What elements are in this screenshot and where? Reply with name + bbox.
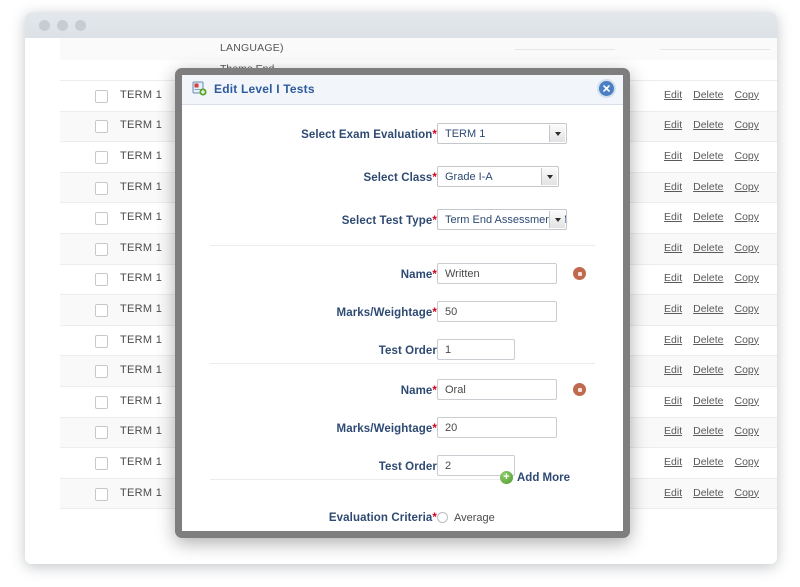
close-icon[interactable] [599,81,614,96]
test-group-2: Name* Oral Marks/Weightage* 20 Test Orde… [182,379,623,484]
name-value-1: Written [445,267,480,280]
class-select[interactable]: Grade I-A [437,166,559,187]
close-window-dot[interactable] [39,20,50,31]
field-label-exam-evaluation: Select Exam Evaluation* [301,129,437,141]
field-label-name-1: Name* [400,269,437,281]
field-label-evaluation-criteria: Evaluation Criteria* [328,512,437,524]
browser-window: LANGUAGE) Theme End TERM 1EditDeleteCopy… [25,12,777,564]
modal-overlay: Edit Level I Tests Select Exam Evaluatio… [25,38,777,564]
browser-viewport: LANGUAGE) Theme End TERM 1EditDeleteCopy… [25,38,777,564]
remove-circle-icon-1[interactable] [573,267,586,280]
section-divider-2 [210,363,595,364]
name-value-2: Oral [445,383,466,396]
chevron-down-icon[interactable] [541,168,557,185]
section-divider-3 [210,479,500,480]
screenshot-root: LANGUAGE) Theme End TERM 1EditDeleteCopy… [0,0,800,587]
edit-level-tests-dialog: Edit Level I Tests Select Exam Evaluatio… [175,68,630,538]
evaluation-criteria-row-average: Evaluation Criteria* Average [182,509,623,531]
field-name-2: Name* Oral [182,379,623,408]
exam-evaluation-select[interactable]: TERM 1 [437,123,567,144]
add-more-button[interactable]: + Add More [500,471,570,484]
minimize-window-dot[interactable] [57,20,68,31]
field-label-marks-2: Marks/Weightage* [336,423,437,435]
chevron-down-icon[interactable] [549,125,565,142]
field-name-1: Name* Written [182,263,623,292]
add-more-label: Add More [517,471,571,484]
window-titlebar [25,12,777,39]
marks-value-2: 20 [445,421,458,434]
traffic-lights [39,20,86,31]
order-value-2: 2 [445,459,452,472]
field-label-class: Select Class* [363,172,437,184]
field-label-order-2: Test Order [378,461,437,473]
evaluation-criteria-group: Evaluation Criteria* Average [182,509,623,531]
order-value-1: 1 [445,343,452,356]
radio-average-icon[interactable] [437,512,448,523]
radio-option-average[interactable]: Average [437,509,495,526]
field-exam-evaluation: Select Exam Evaluation* TERM 1 [182,123,623,152]
chevron-down-icon[interactable] [549,211,565,228]
name-input-2[interactable]: Oral [437,379,557,400]
edit-page-add-icon [192,81,207,96]
order-input-1[interactable]: 1 [437,339,515,360]
test-type-select[interactable]: Term End Assessment(M [437,209,567,230]
name-input-1[interactable]: Written [437,263,557,284]
marks-value-1: 50 [445,305,458,318]
maximize-window-dot[interactable] [75,20,86,31]
class-value: Grade I-A [445,170,493,183]
field-marks-1: Marks/Weightage* 50 [182,301,623,330]
radio-average-label: Average [454,511,495,524]
field-label-name-2: Name* [400,385,437,397]
marks-input-2[interactable]: 20 [437,417,557,438]
field-label-order-1: Test Order [378,345,437,357]
marks-input-1[interactable]: 50 [437,301,557,322]
remove-circle-icon-2[interactable] [573,383,586,396]
dialog-header: Edit Level I Tests [182,75,623,105]
test-type-value: Term End Assessment(M [445,213,566,226]
exam-evaluation-value: TERM 1 [445,127,486,140]
field-marks-2: Marks/Weightage* 20 [182,417,623,446]
field-label-test-type: Select Test Type* [341,215,437,227]
test-group-1: Name* Written Marks/Weightage* 50 Test O… [182,263,623,368]
section-divider-1 [210,245,595,246]
dialog-title: Edit Level I Tests [214,82,315,96]
dialog-body: Select Exam Evaluation* TERM 1 Select Cl… [182,123,623,531]
add-circle-icon: + [500,471,513,484]
field-class: Select Class* Grade I-A [182,166,623,195]
field-test-type: Select Test Type* Term End Assessment(M [182,209,623,238]
field-label-marks-1: Marks/Weightage* [336,307,437,319]
